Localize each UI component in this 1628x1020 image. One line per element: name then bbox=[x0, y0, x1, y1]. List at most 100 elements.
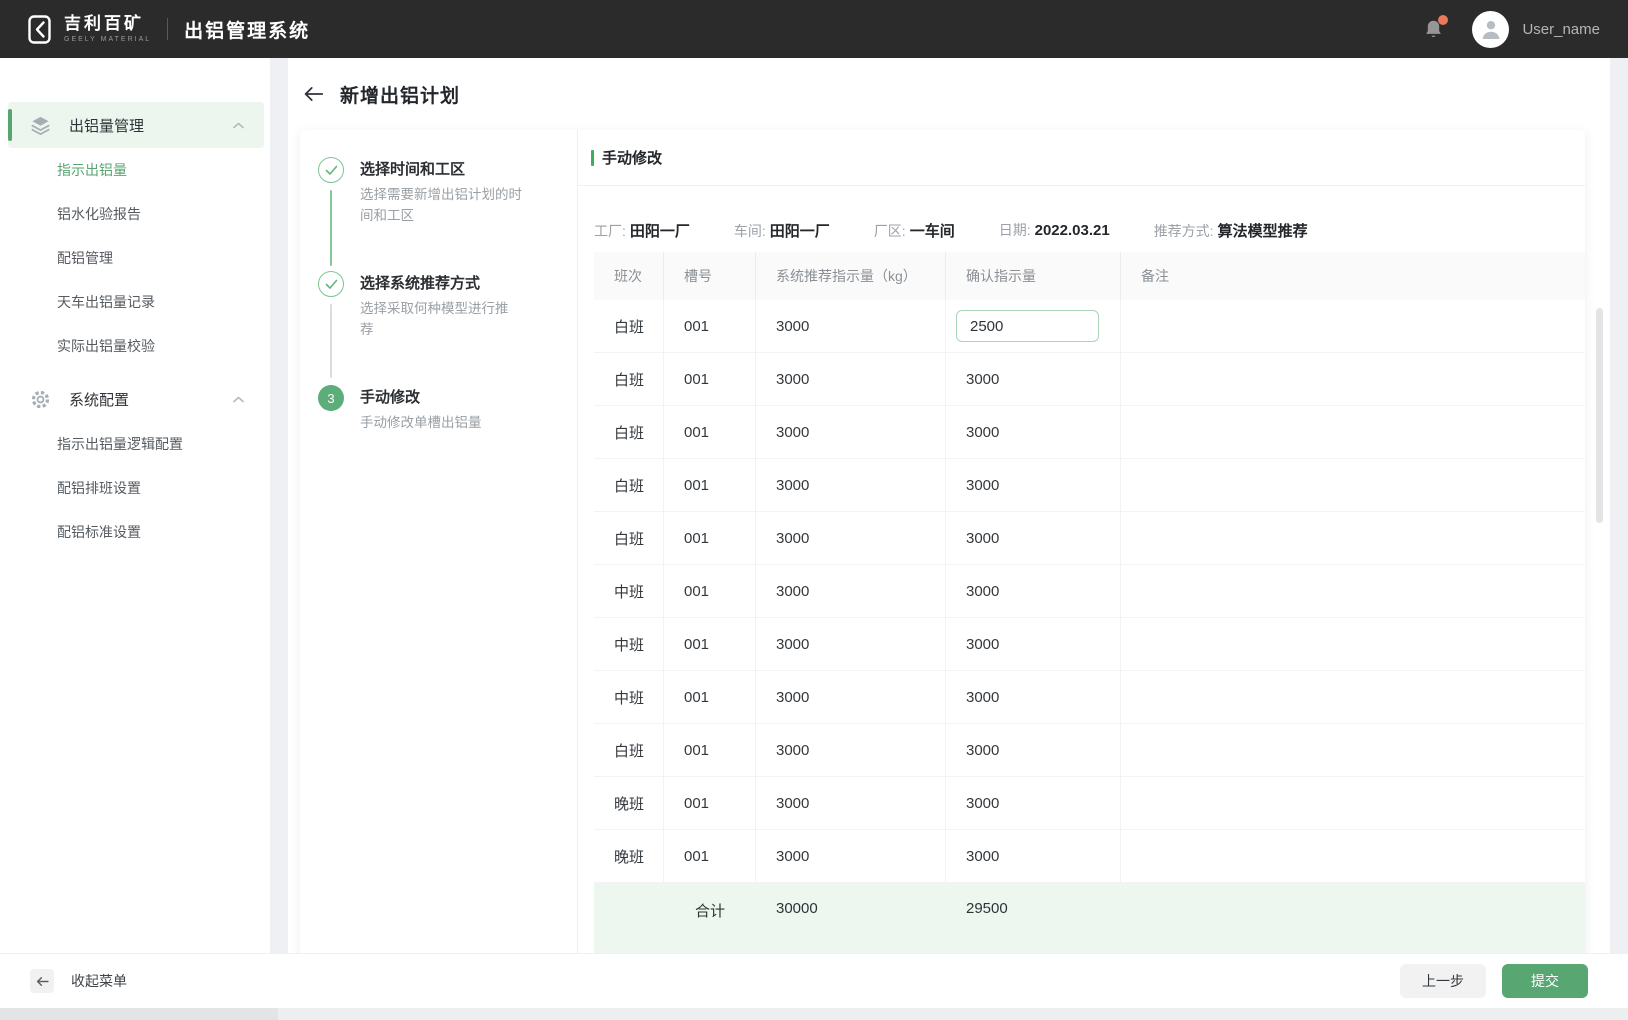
recommended-cell: 3000 bbox=[756, 724, 946, 776]
sidebar-item-label: 天车出铝量记录 bbox=[57, 292, 155, 312]
remark-cell bbox=[1121, 724, 1585, 776]
sidebar-item[interactable]: 配铝排班设置 bbox=[0, 466, 270, 510]
sidebar-item-label: 铝水化验报告 bbox=[57, 204, 141, 224]
recommended-cell: 3000 bbox=[756, 353, 946, 405]
sidebar-section-aluminum-output[interactable]: 出铝量管理 bbox=[0, 102, 270, 148]
meta-value: 算法模型推荐 bbox=[1218, 220, 1308, 241]
shift-cell: 白班 bbox=[594, 512, 664, 564]
step-1-desc: 选择需要新增出铝计划的时间和工区 bbox=[360, 184, 532, 226]
back-arrow-icon[interactable] bbox=[300, 81, 326, 107]
meta-label: 工厂: bbox=[594, 221, 626, 241]
remark-cell bbox=[1121, 671, 1585, 723]
meta-item: 推荐方式: 算法模型推荐 bbox=[1154, 220, 1308, 241]
manual-edit-panel: 手动修改 工厂: 田阳一厂 车间: 田阳一厂 厂区: bbox=[578, 130, 1585, 953]
sidebar-item[interactable]: 配铝管理 bbox=[0, 236, 270, 280]
sidebar-item[interactable]: 实际出铝量校验 bbox=[0, 324, 270, 368]
recommended-cell: 3000 bbox=[756, 512, 946, 564]
table-row: 白班 001 3000 3000 bbox=[594, 724, 1585, 777]
recommended-cell: 3000 bbox=[756, 671, 946, 723]
slot-cell: 001 bbox=[664, 406, 756, 458]
remark-cell bbox=[1121, 512, 1585, 564]
slot-cell: 001 bbox=[664, 300, 756, 352]
remark-cell bbox=[1121, 830, 1585, 882]
avatar[interactable] bbox=[1472, 11, 1509, 48]
column-header: 备注 bbox=[1121, 252, 1585, 300]
sidebar-item[interactable]: 指示出铝量逻辑配置 bbox=[0, 422, 270, 466]
sidebar-item[interactable]: 天车出铝量记录 bbox=[0, 280, 270, 324]
header-divider bbox=[167, 18, 168, 40]
sidebar-item[interactable]: 配铝标准设置 bbox=[0, 510, 270, 554]
shift-cell: 中班 bbox=[594, 671, 664, 723]
notification-bell-icon[interactable] bbox=[1423, 18, 1444, 41]
shift-cell: 中班 bbox=[594, 618, 664, 670]
user-name[interactable]: User_name bbox=[1522, 21, 1600, 38]
table-row: 白班 001 3000 3000 bbox=[594, 353, 1585, 406]
confirmed-cell: 3000 bbox=[946, 406, 1121, 458]
recommended-cell: 3000 bbox=[756, 618, 946, 670]
shift-cell: 白班 bbox=[594, 353, 664, 405]
remark-cell bbox=[1121, 353, 1585, 405]
section-title: 手动修改 bbox=[602, 147, 662, 168]
slot-cell: 001 bbox=[664, 353, 756, 405]
confirmed-cell: 3000 bbox=[946, 565, 1121, 617]
step-connector-1 bbox=[330, 190, 332, 266]
meta-label: 日期: bbox=[999, 220, 1031, 240]
confirmed-cell-editable bbox=[946, 300, 1121, 352]
slot-cell: 001 bbox=[664, 830, 756, 882]
page-title: 新增出铝计划 bbox=[340, 81, 460, 108]
meta-value: 一车间 bbox=[910, 220, 955, 241]
plan-table: 班次 槽号 系统推荐指示量（kg） 确认指示量 备注 白班 001 3000 bbox=[594, 252, 1585, 953]
vertical-scrollbar[interactable] bbox=[1596, 308, 1603, 523]
brand-logo-icon bbox=[28, 15, 53, 44]
table-body: 白班 001 3000 白班 001 bbox=[594, 300, 1585, 883]
section-accent-bar bbox=[591, 150, 594, 166]
meta-value: 田阳一厂 bbox=[770, 220, 830, 241]
total-recommended: 30000 bbox=[756, 883, 946, 953]
recommended-cell: 3000 bbox=[756, 406, 946, 458]
confirmed-cell: 3000 bbox=[946, 724, 1121, 776]
collapse-menu-button[interactable]: 收起菜单 bbox=[30, 969, 127, 993]
sidebar-items-group-2: 指示出铝量逻辑配置 配铝排班设置 配铝标准设置 bbox=[0, 422, 270, 554]
meta-value: 2022.03.21 bbox=[1035, 222, 1110, 239]
step-connector-2 bbox=[330, 304, 332, 378]
table-row: 白班 001 3000 3000 bbox=[594, 512, 1585, 565]
recommended-cell: 3000 bbox=[756, 300, 946, 352]
table-row: 晚班 001 3000 3000 bbox=[594, 777, 1585, 830]
shift-cell: 白班 bbox=[594, 300, 664, 352]
sidebar-section-system-config[interactable]: 系统配置 bbox=[0, 376, 270, 422]
step-2-title: 选择系统推荐方式 bbox=[360, 275, 480, 293]
sidebar-item[interactable]: 铝水化验报告 bbox=[0, 192, 270, 236]
meta-label: 厂区: bbox=[874, 221, 906, 241]
notification-dot bbox=[1438, 15, 1448, 25]
column-header: 确认指示量 bbox=[946, 252, 1121, 300]
table-row: 白班 001 3000 3000 bbox=[594, 406, 1585, 459]
remark-cell bbox=[1121, 459, 1585, 511]
brand-name-en: GEELY MATERIAL bbox=[64, 36, 151, 43]
bottom-edge-strip bbox=[0, 1008, 1628, 1020]
step-3-desc: 手动修改单槽出铝量 bbox=[360, 412, 560, 433]
page-header: 新增出铝计划 bbox=[288, 58, 1610, 130]
shift-cell: 中班 bbox=[594, 565, 664, 617]
confirmed-cell: 3000 bbox=[946, 671, 1121, 723]
shift-cell: 白班 bbox=[594, 724, 664, 776]
table-row: 晚班 001 3000 3000 bbox=[594, 830, 1585, 883]
step-3-title: 手动修改 bbox=[360, 389, 420, 407]
layers-icon bbox=[30, 115, 51, 136]
brand-name-cn: 吉利百矿 bbox=[64, 15, 151, 32]
shift-cell: 晚班 bbox=[594, 777, 664, 829]
confirmed-input[interactable] bbox=[956, 310, 1099, 342]
total-confirmed: 29500 bbox=[946, 883, 1121, 953]
brand-logo: 吉利百矿 GEELY MATERIAL bbox=[28, 15, 151, 44]
steps-panel: 选择时间和工区 选择需要新增出铝计划的时间和工区 选择系统推荐方式 选择采取何种… bbox=[300, 130, 578, 953]
meta-label: 推荐方式: bbox=[1154, 221, 1214, 241]
footer-bar: 收起菜单 上一步 提交 bbox=[0, 953, 1628, 1008]
meta-value: 田阳一厂 bbox=[630, 220, 690, 241]
top-header-bar: 吉利百矿 GEELY MATERIAL 出铝管理系统 User_name bbox=[0, 0, 1628, 58]
step-1-title: 选择时间和工区 bbox=[360, 161, 465, 179]
previous-step-button[interactable]: 上一步 bbox=[1400, 964, 1486, 998]
submit-button[interactable]: 提交 bbox=[1502, 964, 1588, 998]
slot-cell: 001 bbox=[664, 618, 756, 670]
sidebar-item[interactable]: 指示出铝量 bbox=[0, 148, 270, 192]
sidebar-item-label: 配铝排班设置 bbox=[57, 478, 141, 498]
sidebar-item-label: 实际出铝量校验 bbox=[57, 336, 155, 356]
